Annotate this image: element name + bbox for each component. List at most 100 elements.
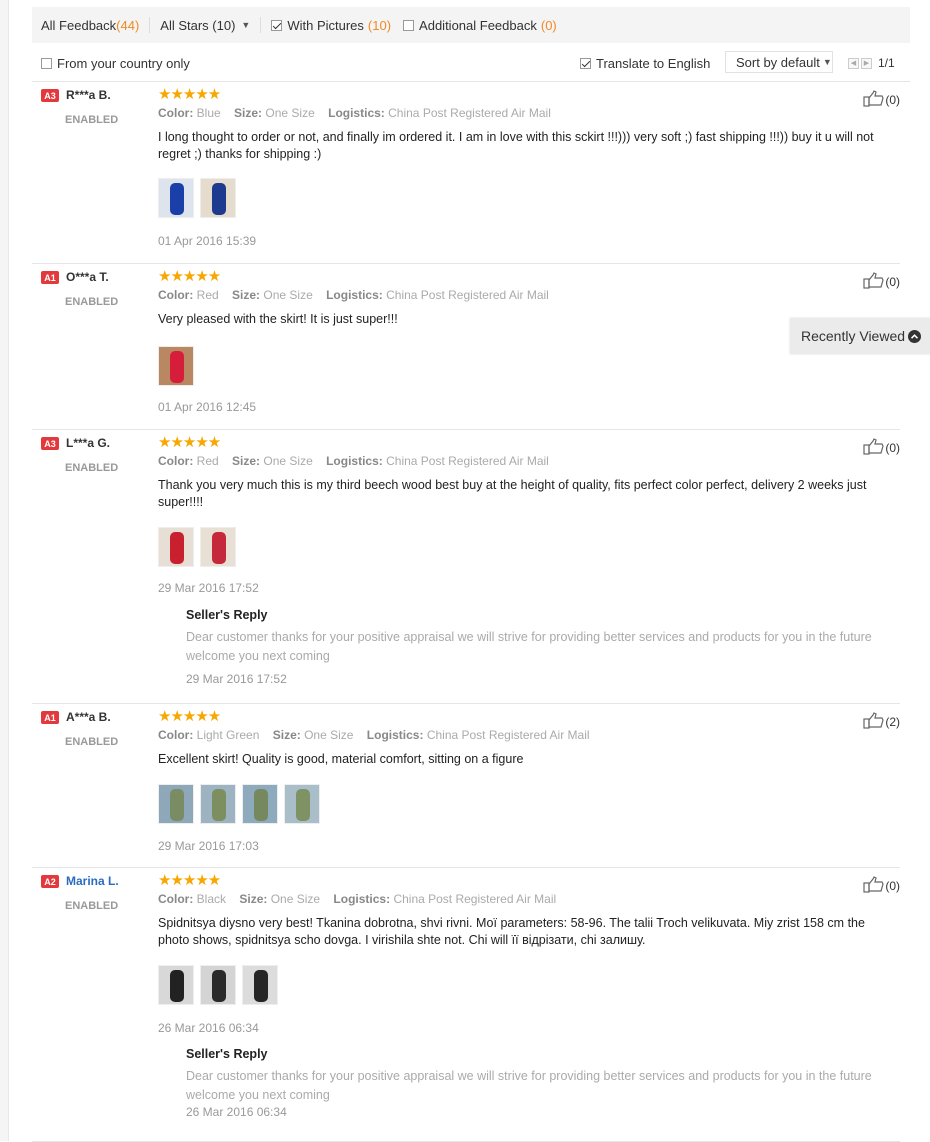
additional-feedback-count: (0) bbox=[540, 17, 557, 33]
logistics-value: China Post Registered Air Mail bbox=[388, 106, 551, 120]
filter-all-feedback-label: All Feedback bbox=[41, 17, 117, 33]
additional-feedback-label: Additional Feedback bbox=[419, 17, 537, 33]
star-rating: ★★★★★ bbox=[158, 872, 221, 889]
helpful-count: (2) bbox=[885, 715, 900, 729]
with-pictures-checkbox[interactable] bbox=[271, 19, 283, 31]
options-row: From your country only Translate to Engl… bbox=[32, 45, 910, 82]
review-date: 01 Apr 2016 15:39 bbox=[158, 234, 257, 248]
reviewer-status: ENABLED bbox=[65, 114, 119, 126]
recently-viewed-tab[interactable]: Recently Viewed bbox=[790, 318, 930, 354]
size-value: One Size bbox=[270, 892, 321, 906]
color-value: Red bbox=[196, 454, 219, 468]
color-value: Light Green bbox=[196, 728, 260, 742]
translate-checkbox[interactable] bbox=[580, 58, 591, 69]
review-photos bbox=[158, 178, 236, 218]
review-photo-thumbnail[interactable] bbox=[284, 784, 320, 824]
review-photo-thumbnail[interactable] bbox=[200, 965, 236, 1005]
color-value: Black bbox=[196, 892, 227, 906]
review-photo-thumbnail[interactable] bbox=[158, 346, 194, 386]
additional-feedback-checkbox[interactable] bbox=[403, 19, 415, 31]
logistics-label: Logistics: bbox=[326, 454, 383, 468]
review-text: Excellent skirt! Quality is good, materi… bbox=[158, 752, 524, 766]
review-photo-thumbnail[interactable] bbox=[158, 784, 194, 824]
sort-label: Sort by default bbox=[736, 54, 820, 70]
size-label: Size: bbox=[232, 288, 261, 302]
review-item: A2 Marina L. ENABLED ★★★★★ Color: Black … bbox=[32, 868, 900, 1142]
review-item: A3 L***a G. ENABLED ★★★★★ Color: Red Siz… bbox=[32, 430, 900, 704]
filter-additional-feedback[interactable]: Additional Feedback (0) bbox=[401, 7, 567, 43]
color-value: Blue bbox=[196, 106, 221, 120]
logistics-label: Logistics: bbox=[366, 728, 424, 742]
review-photo-thumbnail[interactable] bbox=[200, 784, 236, 824]
buyer-level-badge: A2 bbox=[41, 875, 59, 888]
page-indicator: 1/1 bbox=[878, 56, 895, 70]
reviewer-name[interactable]: Marina L. bbox=[66, 874, 119, 888]
reviewer-status: ENABLED bbox=[65, 736, 119, 748]
chevron-down-icon: ▼ bbox=[822, 57, 832, 67]
next-page-button[interactable]: ▶ bbox=[861, 57, 872, 69]
review-photo-thumbnail[interactable] bbox=[158, 965, 194, 1005]
review-photo-thumbnail[interactable] bbox=[158, 527, 194, 567]
star-rating: ★★★★★ bbox=[158, 708, 221, 725]
review-photos bbox=[158, 784, 320, 824]
size-value: One Size bbox=[263, 454, 313, 468]
helpful-button[interactable]: (0) bbox=[863, 876, 900, 896]
review-text: Spidnitsya diysno very best! Tkanina dob… bbox=[158, 916, 865, 947]
prev-page-button[interactable]: ◀ bbox=[848, 57, 859, 69]
thumbs-up-icon bbox=[863, 876, 885, 896]
logistics-value: China Post Registered Air Mail bbox=[393, 892, 557, 906]
review-photo-thumbnail[interactable] bbox=[200, 527, 236, 567]
chevron-up-icon bbox=[908, 330, 921, 343]
filter-with-pictures[interactable]: With Pictures (10) bbox=[261, 7, 401, 43]
helpful-button[interactable]: (2) bbox=[863, 712, 900, 732]
review-date: 29 Mar 2016 17:52 bbox=[158, 581, 259, 595]
review-photos bbox=[158, 346, 194, 386]
review-date: 01 Apr 2016 12:45 bbox=[158, 400, 257, 414]
helpful-count: (0) bbox=[885, 275, 900, 289]
review-photo-thumbnail[interactable] bbox=[158, 178, 194, 218]
star-rating: ★★★★★ bbox=[158, 434, 221, 451]
helpful-count: (0) bbox=[885, 441, 900, 455]
filter-bar: All Feedback (44) All Stars (10) ▼ With … bbox=[32, 7, 910, 43]
helpful-button[interactable]: (0) bbox=[863, 90, 900, 110]
review-item: A3 R***a B. ENABLED ★★★★★ Color: Blue Si… bbox=[32, 82, 900, 264]
review-text: Very pleased with the skirt! It is just … bbox=[158, 312, 398, 326]
color-label: Color: bbox=[158, 892, 194, 906]
seller-reply-text: Dear customer thanks for your positive a… bbox=[186, 1069, 872, 1102]
from-country-checkbox[interactable] bbox=[41, 58, 52, 69]
filter-all-feedback[interactable]: All Feedback (44) bbox=[32, 7, 149, 43]
recently-viewed-label: Recently Viewed bbox=[801, 328, 906, 344]
helpful-count: (0) bbox=[885, 93, 900, 107]
review-text: Thank you very much this is my third bee… bbox=[158, 478, 867, 509]
star-rating: ★★★★★ bbox=[158, 86, 221, 103]
filter-all-stars-label: All Stars (10) bbox=[160, 17, 236, 33]
buyer-level-badge: A3 bbox=[41, 89, 59, 102]
translate-option[interactable]: Translate to English bbox=[580, 56, 710, 71]
buyer-level-badge: A3 bbox=[41, 437, 59, 450]
size-label: Size: bbox=[232, 454, 261, 468]
review-photos bbox=[158, 965, 278, 1005]
review-photo-thumbnail[interactable] bbox=[242, 965, 278, 1005]
review-photo-thumbnail[interactable] bbox=[200, 178, 236, 218]
from-country-option[interactable]: From your country only bbox=[41, 56, 190, 71]
review-text: I long thought to order or not, and fina… bbox=[158, 130, 874, 161]
review-date: 29 Mar 2016 17:03 bbox=[158, 839, 259, 853]
size-value: One Size bbox=[265, 106, 315, 120]
order-attributes: Color: Light Green Size: One Size Logist… bbox=[158, 728, 590, 742]
reviewer-name: R***a B. bbox=[66, 88, 111, 102]
pagination: ◀ ▶ 1/1 bbox=[848, 56, 895, 70]
sort-select[interactable]: Sort by default ▼ bbox=[725, 51, 833, 73]
size-label: Size: bbox=[239, 892, 268, 906]
logistics-value: China Post Registered Air Mail bbox=[386, 454, 549, 468]
review-photo-thumbnail[interactable] bbox=[242, 784, 278, 824]
color-label: Color: bbox=[158, 454, 194, 468]
logistics-value: China Post Registered Air Mail bbox=[386, 288, 549, 302]
filter-all-stars-dropdown[interactable]: All Stars (10) ▼ bbox=[150, 7, 260, 43]
order-attributes: Color: Red Size: One Size Logistics: Chi… bbox=[158, 288, 549, 302]
reviewer-status: ENABLED bbox=[65, 296, 119, 308]
helpful-button[interactable]: (0) bbox=[863, 272, 900, 292]
with-pictures-count: (10) bbox=[367, 17, 392, 33]
helpful-button[interactable]: (0) bbox=[863, 438, 900, 458]
buyer-level-badge: A1 bbox=[41, 711, 59, 724]
thumbs-up-icon bbox=[863, 712, 885, 732]
